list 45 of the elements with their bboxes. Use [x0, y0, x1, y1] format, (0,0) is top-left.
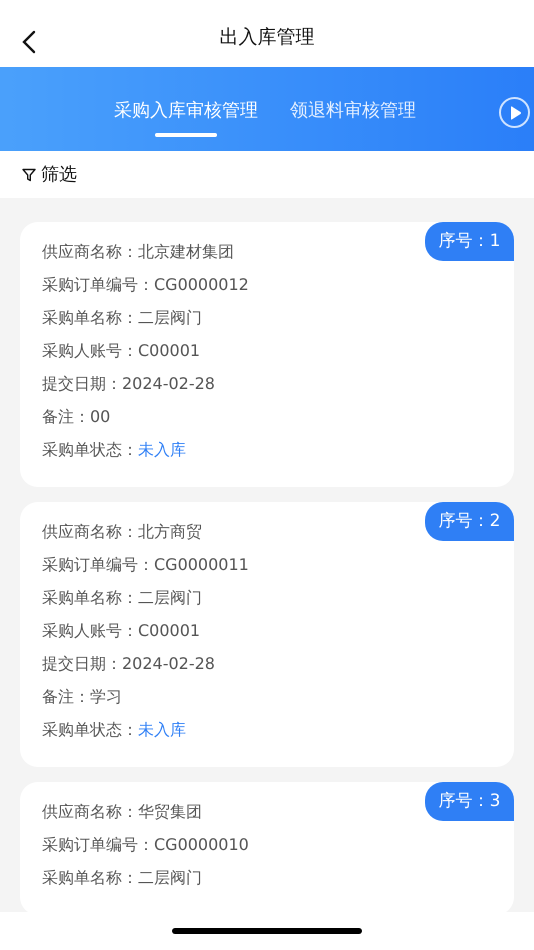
field-value: 二层阀门 — [138, 306, 202, 328]
field-label: 提交日期： — [42, 652, 122, 674]
index-badge: 序号：2 — [425, 502, 514, 541]
field-value: C00001 — [138, 620, 200, 642]
field-label: 采购订单编号： — [42, 554, 154, 576]
field-label: 采购订单编号： — [42, 834, 154, 856]
field-value: 00 — [90, 406, 110, 428]
field-label: 供应商名称： — [42, 520, 138, 542]
filter-icon — [22, 168, 36, 182]
field-label: 采购单名称： — [42, 866, 138, 888]
field-label: 采购单状态： — [42, 438, 138, 460]
field-value: C00001 — [138, 340, 200, 362]
field-value: 北方商贸 — [138, 520, 202, 542]
field-value: 学习 — [90, 686, 122, 708]
field-label: 采购单名称： — [42, 586, 138, 608]
field-value: 二层阀门 — [138, 586, 202, 608]
field-value: 2024-02-28 — [122, 372, 215, 394]
field-label: 采购单状态： — [42, 718, 138, 740]
field-label: 备注： — [42, 686, 90, 708]
record-card[interactable]: 序号：2 供应商名称：北方商贸 采购订单编号：CG0000011 采购单名称：二层阀门 采购人账号：C00001 提交日期：2024-02-28 备注：学习 采购单状态：未入库 — [20, 502, 514, 767]
field-label: 供应商名称： — [42, 800, 138, 822]
record-card[interactable]: 序号：1 供应商名称：北京建材集团 采购订单编号：CG0000012 采购单名称：二层阀门 采购人账号：C00001 提交日期：2024-02-28 备注：00 采购单状态：未入库 — [20, 222, 514, 487]
field-label: 采购人账号： — [42, 340, 138, 362]
field-label: 采购订单编号： — [42, 274, 154, 296]
index-badge: 序号：1 — [425, 222, 514, 261]
field-value: 北京建材集团 — [138, 240, 234, 262]
field-value: CG0000012 — [154, 274, 249, 296]
field-label: 供应商名称： — [42, 240, 138, 262]
field-label: 采购人账号： — [42, 620, 138, 642]
field-value: CG0000010 — [154, 834, 249, 856]
index-badge: 序号：3 — [425, 782, 514, 821]
field-label: 备注： — [42, 406, 90, 428]
field-value: 未入库 — [138, 438, 186, 460]
page-title: 出入库管理 — [220, 26, 314, 48]
back-icon — [22, 30, 36, 54]
play-button[interactable] — [499, 97, 530, 128]
field-value: 未入库 — [138, 718, 186, 740]
field-value: 二层阀门 — [138, 866, 202, 888]
field-label: 采购单名称： — [42, 306, 138, 328]
field-value: 华贸集团 — [138, 800, 202, 822]
field-label: 提交日期： — [42, 372, 122, 394]
field-value: 2024-02-28 — [122, 652, 215, 674]
field-value: CG0000011 — [154, 554, 249, 576]
filter-button[interactable]: 筛选 — [41, 161, 77, 188]
record-card[interactable]: 序号：3 供应商名称：华贸集团 采购订单编号：CG0000010 采购单名称：二层阀门 — [20, 782, 514, 912]
